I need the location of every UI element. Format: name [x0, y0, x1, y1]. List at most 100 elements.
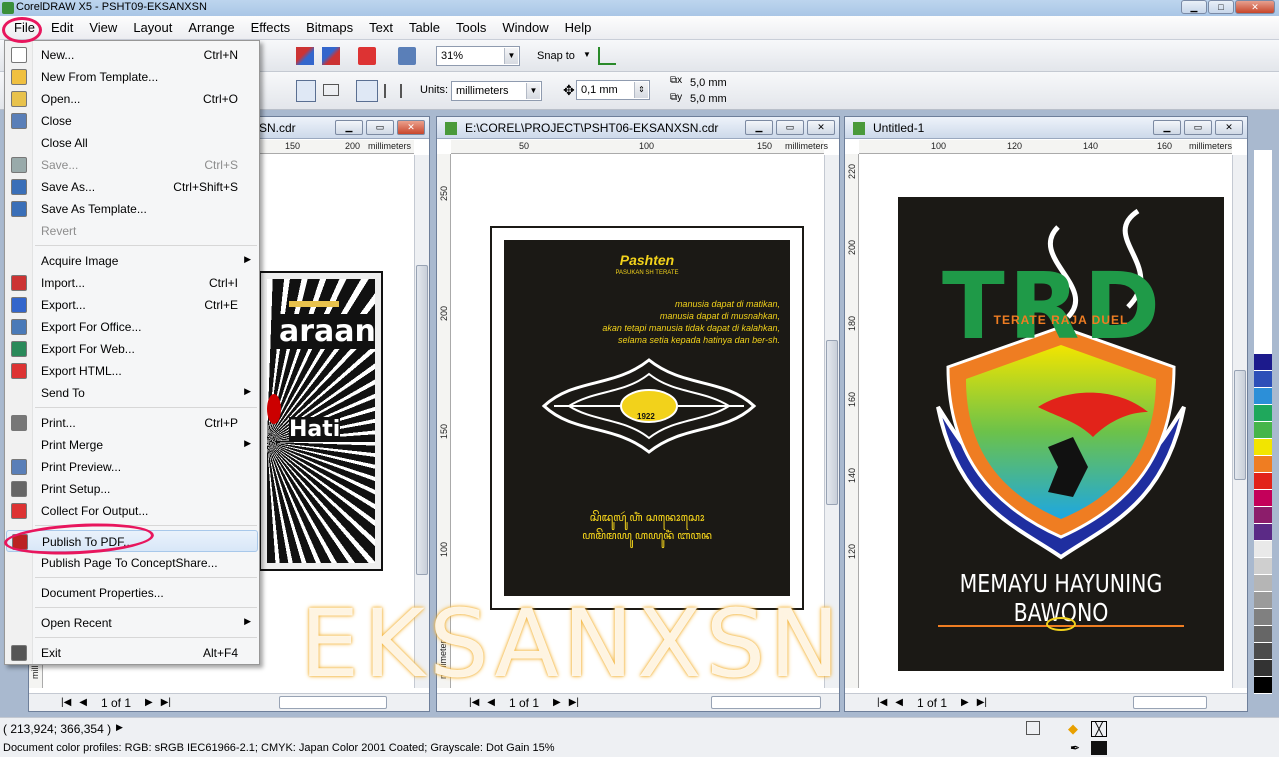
menu-tools[interactable]: Tools	[448, 20, 494, 35]
menu-item-close-all[interactable]: Close All	[6, 132, 258, 154]
doc3-minimize-button[interactable]: ▁	[1153, 120, 1181, 135]
export-toolbar-icon[interactable]	[322, 47, 340, 65]
menu-item-print[interactable]: Print... Ctrl+P	[6, 412, 258, 434]
palette-swatch[interactable]	[1254, 677, 1272, 694]
menu-item-new[interactable]: New... Ctrl+N	[6, 44, 258, 66]
palette-swatch[interactable]	[1254, 473, 1272, 490]
palette-swatch[interactable]	[1254, 592, 1272, 609]
menu-item-export-for-office[interactable]: Export For Office...	[6, 316, 258, 338]
menu-item-export-html[interactable]: Export HTML...	[6, 360, 258, 382]
palette-swatch[interactable]	[1254, 575, 1272, 592]
units-select[interactable]: millimeters ▼	[451, 81, 542, 101]
doc2-close-button[interactable]: ✕	[807, 120, 835, 135]
palette-swatch[interactable]	[1254, 371, 1272, 388]
color-profiles-text[interactable]: Document color profiles: RGB: sRGB IEC61…	[3, 742, 554, 754]
menu-window[interactable]: Window	[494, 20, 556, 35]
menu-item-save-as-template[interactable]: Save As Template...	[6, 198, 258, 220]
fill-bucket-icon[interactable]: ◆	[1068, 721, 1078, 737]
doc1-artwork[interactable]: araan Hati	[259, 271, 383, 571]
document-window-3[interactable]: Untitled-1 ▁ ▭ ✕ 100 120 140 160 millimete…	[844, 116, 1248, 712]
snap-to-button[interactable]: Snap to	[537, 50, 575, 62]
menu-layout[interactable]: Layout	[125, 20, 180, 35]
doc2-artwork[interactable]: Pashten PASUKAN SH TERATE manusia dapat …	[490, 226, 804, 610]
palette-swatch[interactable]	[1254, 405, 1272, 422]
palette-swatch[interactable]	[1254, 235, 1272, 252]
palette-swatch[interactable]	[1254, 388, 1272, 405]
palette-swatch[interactable]	[1254, 456, 1272, 473]
portrait-icon[interactable]	[296, 80, 316, 102]
menu-item-export-for-web[interactable]: Export For Web...	[6, 338, 258, 360]
doc3-last-page-button[interactable]: ▶|	[973, 697, 991, 708]
doc1-minimize-button[interactable]: ▁	[335, 120, 363, 135]
color-palette[interactable]	[1254, 150, 1272, 710]
all-pages-icon[interactable]	[356, 80, 378, 102]
doc3-artwork[interactable]: TRD TERATE RAJA DUEL MEMAYU HAYUNING BAW…	[898, 197, 1224, 671]
palette-swatch[interactable]	[1254, 626, 1272, 643]
zoom-level-select[interactable]: 31% ▼	[436, 46, 520, 66]
menu-item-open[interactable]: Open... Ctrl+O	[6, 88, 258, 110]
palette-swatch[interactable]	[1254, 354, 1272, 371]
menu-item-print-merge[interactable]: Print Merge ▶	[6, 434, 258, 456]
menu-arrange[interactable]: Arrange	[180, 20, 242, 35]
outline-color-swatch[interactable]	[1091, 741, 1107, 755]
current-page-icon[interactable]	[384, 84, 402, 98]
palette-swatch[interactable]	[1254, 643, 1272, 660]
doc3-canvas[interactable]: TRD TERATE RAJA DUEL MEMAYU HAYUNING BAW…	[860, 155, 1233, 687]
palette-swatch[interactable]	[1254, 660, 1272, 677]
menu-item-new-from-template[interactable]: New From Template...	[6, 66, 258, 88]
doc2-restore-button[interactable]: ▭	[776, 120, 804, 135]
minimize-button[interactable]: ▁	[1181, 0, 1207, 14]
application-launcher-icon[interactable]	[358, 47, 376, 65]
palette-swatch[interactable]	[1254, 558, 1272, 575]
palette-swatch[interactable]	[1254, 303, 1272, 320]
menu-item-document-properties[interactable]: Document Properties...	[6, 582, 258, 604]
doc3-first-page-button[interactable]: |◀	[873, 697, 891, 708]
palette-swatch[interactable]	[1254, 490, 1272, 507]
maximize-button[interactable]: □	[1208, 0, 1234, 14]
menu-item-publish-page-to-conceptshare[interactable]: Publish Page To ConceptShare...	[6, 552, 258, 574]
menu-help[interactable]: Help	[557, 20, 600, 35]
menu-item-exit[interactable]: Exit Alt+F4	[6, 642, 258, 664]
menu-item-print-preview[interactable]: Print Preview...	[6, 456, 258, 478]
menu-item-export[interactable]: Export... Ctrl+E	[6, 294, 258, 316]
nudge-distance-field[interactable]: 0,1 mm ⇕	[576, 80, 650, 100]
status-expand-arrow[interactable]: ▶	[116, 722, 123, 733]
palette-swatch[interactable]	[1254, 184, 1272, 201]
menu-view[interactable]: View	[81, 20, 125, 35]
palette-swatch[interactable]	[1254, 269, 1272, 286]
menu-item-close[interactable]: Close	[6, 110, 258, 132]
doc3-horizontal-scrollbar[interactable]	[1133, 696, 1207, 709]
palette-swatch[interactable]	[1254, 286, 1272, 303]
menu-edit[interactable]: Edit	[43, 20, 81, 35]
doc3-close-button[interactable]: ✕	[1215, 120, 1243, 135]
palette-swatch[interactable]	[1254, 201, 1272, 218]
palette-swatch[interactable]	[1254, 524, 1272, 541]
palette-swatch[interactable]	[1254, 218, 1272, 235]
doc1-close-button[interactable]: ✕	[397, 120, 425, 135]
doc1-first-page-button[interactable]: |◀	[57, 697, 75, 708]
close-window-button[interactable]: ✕	[1235, 0, 1275, 14]
options-icon[interactable]	[598, 47, 616, 65]
doc3-prev-page-button[interactable]: ◀	[891, 697, 907, 708]
menu-item-acquire-image[interactable]: Acquire Image ▶	[6, 250, 258, 272]
snap-status-icon[interactable]	[1026, 721, 1040, 735]
menu-item-collect-for-output[interactable]: Collect For Output...	[6, 500, 258, 522]
palette-swatch[interactable]	[1254, 150, 1272, 167]
menu-item-save-as[interactable]: Save As... Ctrl+Shift+S	[6, 176, 258, 198]
landscape-icon[interactable]	[323, 84, 339, 96]
duplicate-distance-y-field[interactable]: 5,0 mm	[686, 90, 780, 107]
menu-item-save[interactable]: Save... Ctrl+S	[6, 154, 258, 176]
doc3-restore-button[interactable]: ▭	[1184, 120, 1212, 135]
palette-swatch[interactable]	[1254, 422, 1272, 439]
menu-table[interactable]: Table	[401, 20, 448, 35]
doc1-last-page-button[interactable]: ▶|	[157, 697, 175, 708]
no-fill-swatch[interactable]: ╳	[1091, 721, 1107, 737]
menu-item-send-to[interactable]: Send To ▶	[6, 382, 258, 404]
palette-swatch[interactable]	[1254, 320, 1272, 337]
palette-swatch[interactable]	[1254, 252, 1272, 269]
chevron-down-icon[interactable]: ▼	[583, 50, 591, 59]
doc3-vertical-scrollbar[interactable]	[1232, 155, 1247, 688]
doc1-restore-button[interactable]: ▭	[366, 120, 394, 135]
menu-text[interactable]: Text	[361, 20, 401, 35]
doc1-prev-page-button[interactable]: ◀	[75, 697, 91, 708]
